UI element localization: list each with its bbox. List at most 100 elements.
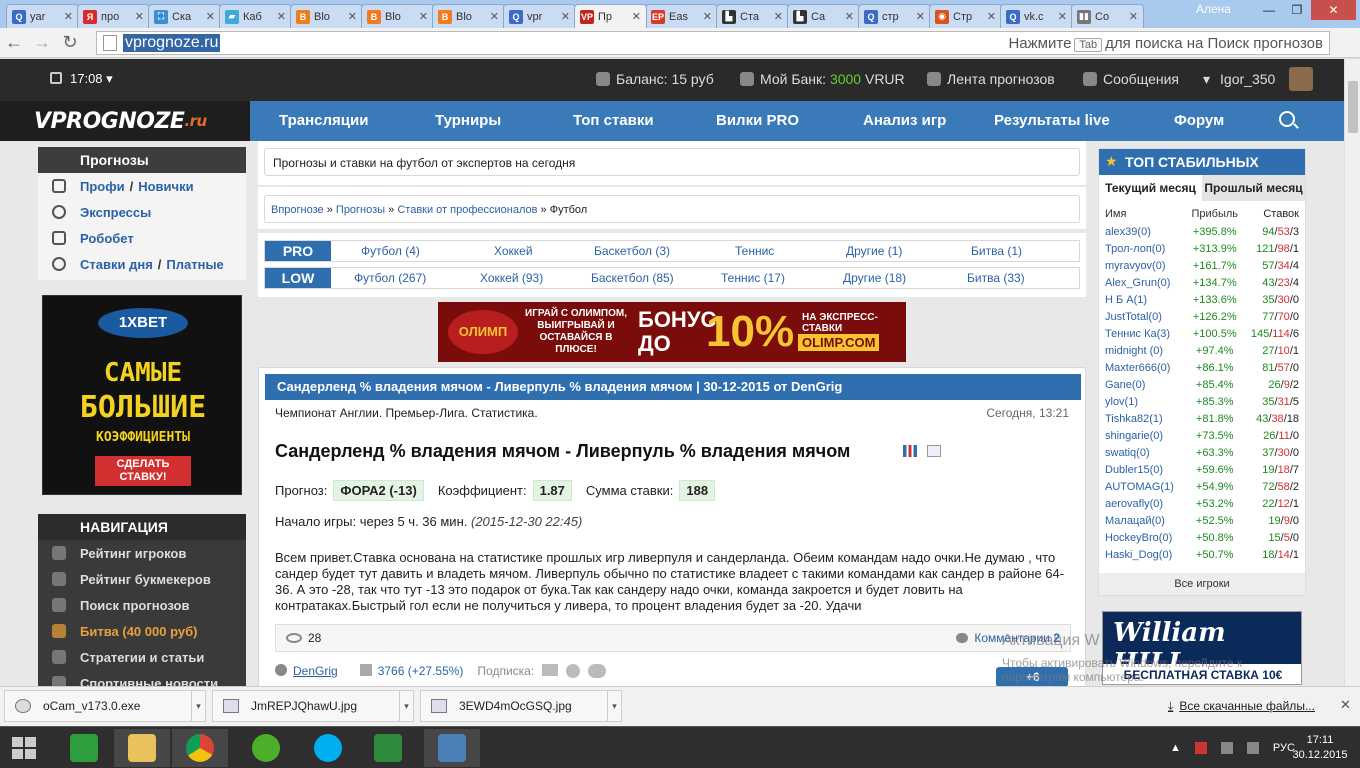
cat-low-other[interactable]: Другие (18) — [843, 271, 906, 285]
nav-top-bets[interactable]: Топ ставки — [573, 112, 654, 129]
player-name[interactable]: HockeyBro(0) — [1105, 532, 1183, 544]
nav-forks-pro[interactable]: Вилки PRO — [716, 112, 799, 129]
browser-tab[interactable]: B Blo ✕ — [432, 4, 505, 28]
player-name[interactable]: Haski_Dog(0) — [1105, 549, 1183, 561]
close-tab-icon[interactable]: ✕ — [64, 10, 73, 23]
breadcrumb-pro[interactable]: Ставки от профессионалов — [397, 204, 537, 216]
close-tab-icon[interactable]: ✕ — [845, 10, 854, 23]
cat-low-tennis[interactable]: Теннис (17) — [721, 271, 785, 285]
close-downloads-button[interactable]: ✕ — [1340, 697, 1351, 713]
cat-low-basketball[interactable]: Баскетбол (85) — [591, 271, 674, 285]
forward-button[interactable]: → — [28, 32, 56, 53]
browser-tab[interactable]: ⛶ Ска ✕ — [148, 4, 221, 28]
email-icon[interactable] — [542, 664, 559, 676]
download-menu-arrow[interactable]: ▾ — [191, 691, 205, 721]
browser-tab[interactable]: B Blo ✕ — [361, 4, 434, 28]
browser-tab[interactable]: ▙ Ca ✕ — [787, 4, 860, 28]
nav-battle[interactable]: Битва (40 000 руб) — [38, 618, 246, 644]
player-name[interactable]: myravyov(0) — [1105, 260, 1183, 272]
cat-low-battle[interactable]: Битва (33) — [967, 271, 1025, 285]
start-button[interactable] — [12, 737, 36, 759]
browser-tab[interactable]: Qyar ✕ — [6, 4, 79, 28]
browser-tab[interactable]: Qvk.c ✕ — [1000, 4, 1073, 28]
page-scrollbar[interactable] — [1344, 59, 1360, 686]
player-name[interactable]: swatiq(0) — [1105, 447, 1183, 459]
flag-icon[interactable] — [1194, 742, 1207, 754]
close-tab-icon[interactable]: ✕ — [419, 10, 428, 23]
sms-icon[interactable] — [588, 664, 607, 678]
breadcrumb-home[interactable]: Впрогнозе — [271, 204, 324, 216]
taskbar-skype[interactable] — [300, 729, 356, 767]
browser-tab[interactable]: Япро ✕ — [77, 4, 150, 28]
close-tab-icon[interactable]: ✕ — [1129, 10, 1138, 23]
link-novice[interactable]: Новички — [138, 179, 193, 194]
close-tab-icon[interactable]: ✕ — [206, 10, 215, 23]
user-menu[interactable]: ▾ Igor_350 — [1203, 71, 1275, 88]
profile-name[interactable]: Алена — [1196, 2, 1231, 16]
cat-low-hockey[interactable]: Хоккей (93) — [480, 271, 543, 285]
search-icon[interactable] — [1279, 111, 1295, 127]
make-bet-button[interactable]: СДЕЛАТЬ СТАВКУ! — [95, 456, 191, 486]
download-item[interactable]: 3EWD4mOcGSQ.jpg ▾ — [420, 690, 622, 722]
tab-previous-month[interactable]: Прошлый месяц — [1202, 175, 1305, 201]
download-menu-arrow[interactable]: ▾ — [607, 691, 621, 721]
scroll-thumb[interactable] — [1348, 81, 1358, 133]
player-name[interactable]: ylov(1) — [1105, 396, 1183, 408]
avatar[interactable] — [1289, 67, 1313, 91]
player-name[interactable]: Трол-лоп(0) — [1105, 243, 1183, 255]
rss-icon[interactable] — [566, 664, 581, 678]
balance[interactable]: Баланс: 15 руб — [596, 71, 714, 87]
browser-tab[interactable]: Qстр ✕ — [858, 4, 931, 28]
back-button[interactable]: ← — [0, 32, 28, 53]
volume-icon[interactable] — [1246, 742, 1259, 754]
player-name[interactable]: Maxter666(0) — [1105, 362, 1183, 374]
nav-search-prognoz[interactable]: Поиск прогнозов — [38, 592, 246, 618]
reload-button[interactable]: ↻ — [56, 32, 84, 53]
nav-strategies[interactable]: Стратегии и статьи — [38, 644, 246, 670]
player-name[interactable]: Теннис Ка(3) — [1105, 328, 1183, 340]
close-tab-icon[interactable]: ✕ — [774, 10, 783, 23]
player-name[interactable]: AUTOMAG(1) — [1105, 481, 1183, 493]
all-downloads-link[interactable]: ⤓ Все скачанные файлы... — [1168, 699, 1315, 714]
player-name[interactable]: aerovafly(0) — [1105, 498, 1183, 510]
article-header[interactable]: Сандерленд % владения мячом - Ливерпуль … — [265, 374, 1081, 400]
player-name[interactable]: Tishka82(1) — [1105, 413, 1183, 425]
1xbet-banner[interactable]: 1XBET САМЫЕ БОЛЬШИЕ КОЭФФИЦИЕНТЫ СДЕЛАТЬ… — [42, 295, 242, 495]
omnibox[interactable]: vprognoze.ru Нажмите Tab для поиска на Пои… — [96, 31, 1330, 55]
cat-low-football[interactable]: Футбол (267) — [354, 271, 426, 285]
minimize-button[interactable]: — — [1255, 0, 1283, 20]
nav-broadcasts[interactable]: Трансляции — [279, 112, 368, 129]
olimp-banner[interactable]: ОЛИМП ИГРАЙ С ОЛИМПОМ, ВЫИГРЫВАЙ И ОСТАВ… — [438, 302, 906, 362]
nav-game-analysis[interactable]: Анализ игр — [863, 112, 946, 129]
browser-tab[interactable]: Qvpr ✕ — [503, 4, 576, 28]
close-tab-icon[interactable]: ✕ — [1058, 10, 1067, 23]
cat-pro-football[interactable]: Футбол (4) — [361, 244, 420, 258]
player-name[interactable]: JustTotal(0) — [1105, 311, 1183, 323]
taskbar-store[interactable] — [56, 729, 112, 767]
link-robobet[interactable]: Робобет — [80, 231, 134, 246]
author-link[interactable]: DenGrig — [293, 664, 338, 678]
link-profi[interactable]: Профи — [80, 179, 125, 194]
close-tab-icon[interactable]: ✕ — [916, 10, 925, 23]
nav-tournaments[interactable]: Турниры — [435, 112, 501, 129]
flags-icon[interactable] — [927, 445, 941, 457]
link-paid[interactable]: Платные — [166, 257, 223, 272]
nav-forum[interactable]: Форум — [1174, 112, 1224, 129]
cat-pro-other[interactable]: Другие (1) — [846, 244, 902, 258]
nav-player-rating[interactable]: Рейтинг игроков — [38, 540, 246, 566]
link-express[interactable]: Экспрессы — [80, 205, 151, 220]
close-tab-icon[interactable]: ✕ — [490, 10, 499, 23]
close-tab-icon[interactable]: ✕ — [561, 10, 570, 23]
taskbar-clock[interactable]: 17:11 30.12.2015 — [1290, 733, 1350, 763]
taskbar-photos[interactable] — [424, 729, 480, 767]
maximize-button[interactable]: ❐ — [1283, 0, 1311, 20]
close-tab-icon[interactable]: ✕ — [348, 10, 357, 23]
browser-tab[interactable]: EP Eas ✕ — [645, 4, 718, 28]
tray-arrow-icon[interactable]: ▲ — [1170, 742, 1181, 754]
browser-tab[interactable]: ◉ Стр ✕ — [929, 4, 1002, 28]
network-icon[interactable] — [1220, 742, 1233, 754]
browser-tab[interactable]: ▰ Каб ✕ — [219, 4, 292, 28]
download-item[interactable]: JmREPJQhawU.jpg ▾ — [212, 690, 414, 722]
breadcrumb-prognoz[interactable]: Прогнозы — [336, 204, 385, 216]
tab-current-month[interactable]: Текущий месяц — [1099, 175, 1202, 201]
